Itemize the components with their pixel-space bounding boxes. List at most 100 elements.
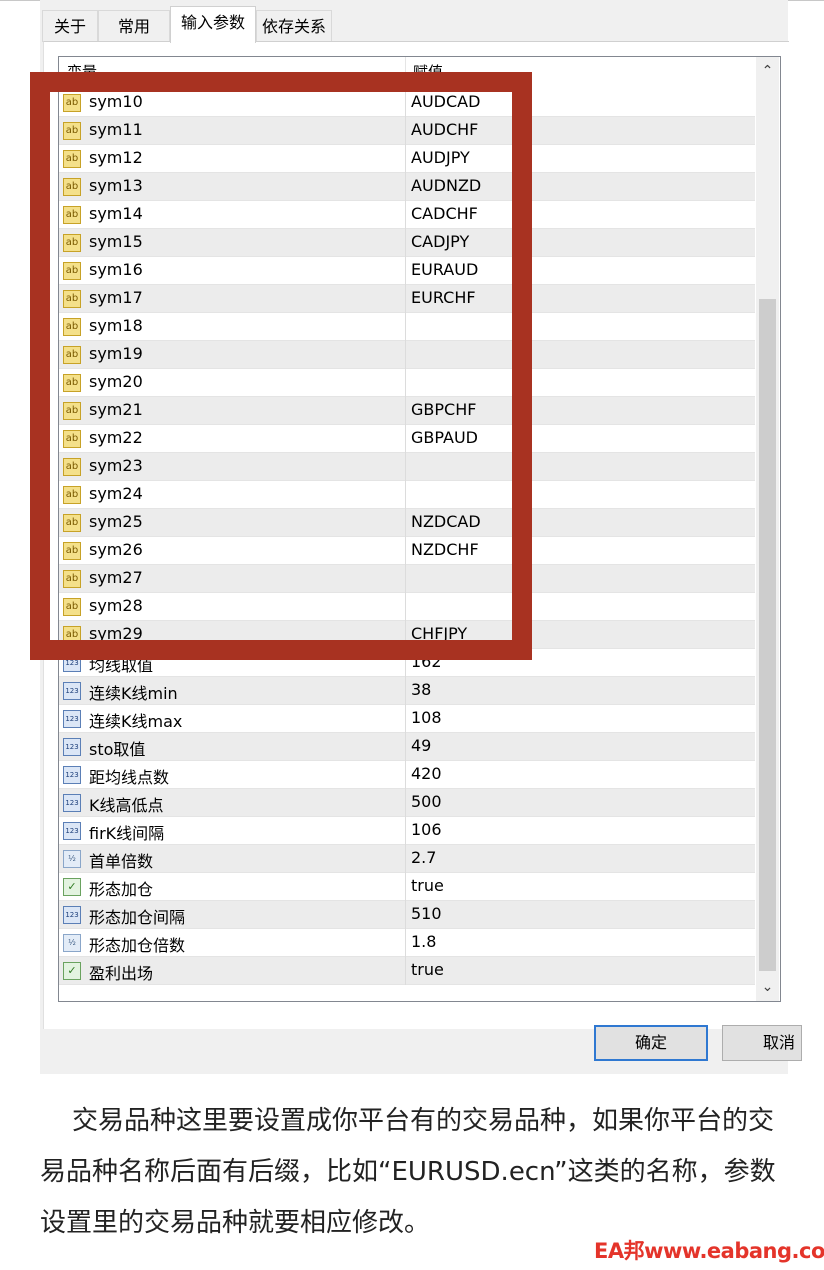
parameter-value[interactable]: AUDCHF [411, 120, 478, 139]
bool-icon: ✓ [63, 962, 81, 980]
vertical-scrollbar[interactable]: ⌃ ⌄ [756, 57, 779, 1001]
scrollbar-thumb[interactable] [759, 299, 776, 971]
table-row[interactable]: ab sym28 [59, 593, 755, 621]
parameter-name: sym10 [89, 92, 143, 111]
cell-divider [405, 621, 406, 649]
table-row[interactable]: ab sym23 [59, 453, 755, 481]
column-divider[interactable] [405, 57, 406, 89]
parameter-value[interactable]: CHFJPY [411, 624, 467, 643]
table-row[interactable]: ab sym27 [59, 565, 755, 593]
parameter-value[interactable]: 49 [411, 736, 431, 755]
table-row[interactable]: ab sym20 [59, 369, 755, 397]
parameter-value[interactable]: NZDCHF [411, 540, 479, 559]
integer-icon: 123 [63, 794, 81, 812]
tab-dependencies[interactable]: 依存关系 [256, 10, 332, 42]
table-row[interactable]: ab sym16 EURAUD [59, 257, 755, 285]
table-row[interactable]: 123 形态加仓间隔 510 [59, 901, 755, 929]
cell-divider [405, 705, 406, 733]
parameter-name: sym18 [89, 316, 143, 335]
table-row[interactable]: ab sym15 CADJPY [59, 229, 755, 257]
ok-button[interactable]: 确定 [594, 1025, 708, 1061]
tab-common[interactable]: 常用 [98, 10, 170, 42]
parameter-value[interactable]: CADJPY [411, 232, 469, 251]
parameter-value[interactable]: true [411, 876, 444, 895]
table-row[interactable]: ab sym14 CADCHF [59, 201, 755, 229]
table-row[interactable]: ab sym18 [59, 313, 755, 341]
parameter-value[interactable]: EURAUD [411, 260, 478, 279]
parameter-name: sym14 [89, 204, 143, 223]
string-icon: ab [63, 94, 81, 112]
table-row[interactable]: ab sym10 AUDCAD [59, 89, 755, 117]
parameter-value[interactable]: 162 [411, 652, 442, 671]
parameter-value[interactable]: AUDJPY [411, 148, 470, 167]
parameter-value[interactable]: GBPCHF [411, 400, 476, 419]
table-row[interactable]: 123 firK线间隔 106 [59, 817, 755, 845]
table-row[interactable]: ab sym21 GBPCHF [59, 397, 755, 425]
table-row[interactable]: ab sym25 NZDCAD [59, 509, 755, 537]
table-row[interactable]: 123 连续K线min 38 [59, 677, 755, 705]
cancel-button[interactable]: 取消 [722, 1025, 802, 1061]
parameter-value[interactable]: 510 [411, 904, 442, 923]
cell-divider [405, 929, 406, 957]
tab-about[interactable]: 关于 [42, 10, 98, 42]
parameter-name: sym28 [89, 596, 143, 615]
parameter-value[interactable]: 106 [411, 820, 442, 839]
parameter-name: firK线间隔 [89, 824, 165, 843]
cell-divider [405, 425, 406, 453]
cell-divider [405, 481, 406, 509]
tab-inputs[interactable]: 输入参数 [170, 6, 256, 43]
table-row[interactable]: ½ 形态加仓倍数 1.8 [59, 929, 755, 957]
cell-divider [405, 453, 406, 481]
table-row[interactable]: ab sym19 [59, 341, 755, 369]
string-icon: ab [63, 234, 81, 252]
table-row[interactable]: ab sym12 AUDJPY [59, 145, 755, 173]
cell-divider [405, 761, 406, 789]
parameter-value[interactable]: 420 [411, 764, 442, 783]
parameter-value[interactable]: NZDCAD [411, 512, 481, 531]
column-header-value[interactable]: 赋值 [413, 61, 443, 82]
table-row[interactable]: 123 K线高低点 500 [59, 789, 755, 817]
table-row[interactable]: ab sym29 CHFJPY [59, 621, 755, 649]
parameter-name: 首单倍数 [89, 852, 154, 871]
tab-bar: 关于 常用 输入参数 依存关系 [40, 6, 788, 43]
parameter-name: sym29 [89, 624, 143, 643]
integer-icon: 123 [63, 682, 81, 700]
table-row[interactable]: 123 sto取值 49 [59, 733, 755, 761]
table-row[interactable]: ✓ 形态加仓 true [59, 873, 755, 901]
table-row[interactable]: ½ 首单倍数 2.7 [59, 845, 755, 873]
scroll-up-arrow-icon[interactable]: ⌃ [756, 57, 779, 85]
table-row[interactable]: ab sym13 AUDNZD [59, 173, 755, 201]
integer-icon: 123 [63, 822, 81, 840]
table-row[interactable]: 123 均线取值 162 [59, 649, 755, 677]
parameter-name: sym23 [89, 456, 143, 475]
scroll-down-arrow-icon[interactable]: ⌄ [756, 973, 779, 1001]
parameter-value[interactable]: CADCHF [411, 204, 478, 223]
parameter-value[interactable]: 1.8 [411, 932, 436, 951]
table-row[interactable]: ab sym11 AUDCHF [59, 117, 755, 145]
ea-properties-dialog: 关于 常用 输入参数 依存关系 变量 赋值 ab sym10 AUDCAD ab sym… [40, 0, 802, 1074]
string-icon: ab [63, 570, 81, 588]
parameter-value[interactable]: 38 [411, 680, 431, 699]
parameter-value[interactable]: 2.7 [411, 848, 436, 867]
parameter-name: 形态加仓倍数 [89, 936, 186, 955]
parameter-value[interactable]: AUDCAD [411, 92, 480, 111]
column-header-variable[interactable]: 变量 [67, 61, 97, 82]
string-icon: ab [63, 486, 81, 504]
parameter-value[interactable]: GBPAUD [411, 428, 478, 447]
parameter-value[interactable]: true [411, 960, 444, 979]
table-row[interactable]: ab sym24 [59, 481, 755, 509]
parameter-value[interactable]: 500 [411, 792, 442, 811]
cell-divider [405, 369, 406, 397]
table-row[interactable]: 123 连续K线max 108 [59, 705, 755, 733]
table-row[interactable]: 123 距均线点数 420 [59, 761, 755, 789]
site-watermark: EA邦www.eabang.com [594, 1239, 824, 1263]
parameter-value[interactable]: EURCHF [411, 288, 476, 307]
parameter-name: sym27 [89, 568, 143, 587]
table-row[interactable]: ab sym22 GBPAUD [59, 425, 755, 453]
parameter-value[interactable]: 108 [411, 708, 442, 727]
parameter-name: sto取值 [89, 740, 146, 759]
parameter-value[interactable]: AUDNZD [411, 176, 481, 195]
table-row[interactable]: ab sym17 EURCHF [59, 285, 755, 313]
table-row[interactable]: ✓ 盈利出场 true [59, 957, 755, 985]
table-row[interactable]: ab sym26 NZDCHF [59, 537, 755, 565]
